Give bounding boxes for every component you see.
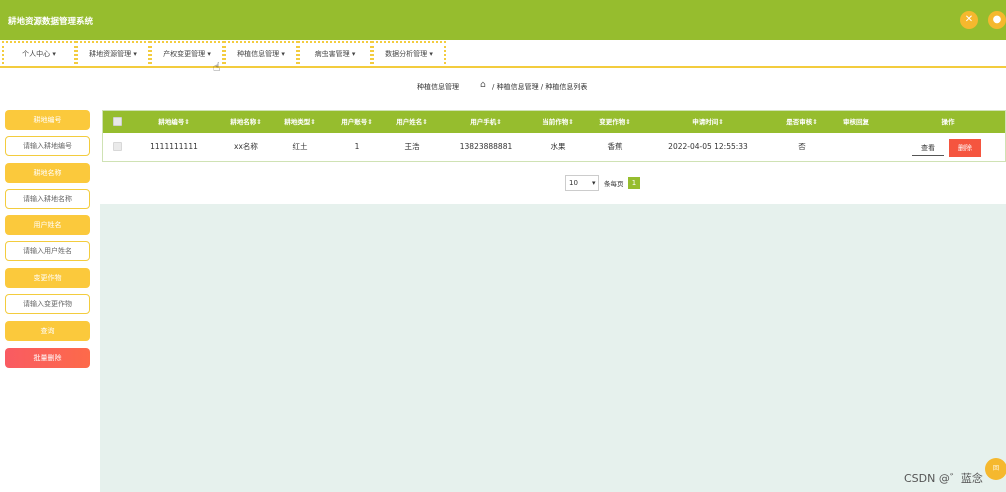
cell-user-name: 王浩 [404,142,420,151]
nav-item-data-analysis[interactable]: 数据分析管理 ▾ [372,41,446,68]
cell-current-crop: 水果 [550,142,566,151]
cell-field-number: 1111111111 [150,142,198,151]
field-number-input[interactable]: 请输入耕地编号 [5,136,90,156]
table-header: 耕地编号⇕ 耕地名称⇕ 耕地类型⇕ 用户账号⇕ 用户姓名⇕ 用户手机⇕ 当前作物… [103,111,1005,133]
nav-item-pest-management[interactable]: 病虫害管理 ▾ [298,41,372,68]
cell-user-phone: 13823888881 [459,142,513,151]
planting-info-table: 耕地编号⇕ 耕地名称⇕ 耕地类型⇕ 用户账号⇕ 用户姓名⇕ 用户手机⇕ 当前作物… [102,110,1006,162]
batch-delete-button[interactable]: 批量删除 [5,348,90,368]
col-header-review-reply: 审核回复 [843,118,869,126]
col-header-current-crop[interactable]: 当前作物⇕ [529,111,587,133]
field-name-input[interactable]: 请输入耕地名称 [5,189,90,209]
col-header-field-number[interactable]: 耕地编号⇕ [145,111,203,133]
content-background [100,204,1006,492]
col-header-changed-crop[interactable]: 变更作物⇕ [586,111,644,133]
col-header-user-account[interactable]: 用户账号⇕ [328,111,386,133]
col-header-is-reviewed[interactable]: 是否审核⇕ [773,111,831,133]
cell-changed-crop: 香蕉 [607,142,623,151]
table-row: 1111111111 xx名称 红土 1 王浩 13823888881 水果 香… [103,133,1005,161]
floating-back-button[interactable]: 回 [985,458,1006,480]
breadcrumb-title: 种植信息管理 [417,83,459,91]
select-all-checkbox[interactable] [113,117,122,126]
label-field-name: 耕地名称 [5,163,90,183]
cell-is-reviewed: 否 [798,142,806,151]
breadcrumb: 种植信息管理 ⌂ / 种植信息管理 / 种植信息列表 [0,70,1006,104]
col-header-apply-time[interactable]: 申请时间⇕ [653,111,763,133]
col-header-field-name[interactable]: 耕地名称⇕ [217,111,275,133]
home-icon[interactable]: ⌂ [480,80,486,90]
cell-field-type: 红土 [292,142,308,151]
breadcrumb-path: / 种植信息管理 / 种植信息列表 [492,83,588,91]
page-number-current[interactable]: 1 [628,177,640,189]
nav-item-personal-center[interactable]: 个人中心 ▾ [2,41,76,68]
col-header-actions: 操作 [941,118,955,126]
per-page-label: 条每页 [604,180,624,188]
label-user-name: 用户姓名 [5,215,90,235]
label-changed-crop: 变更作物 [5,268,90,288]
user-name-input[interactable]: 请输入用户姓名 [5,241,90,261]
app-title: 耕地资源数据管理系统 [8,17,94,27]
close-icon[interactable]: ✕ [960,11,978,29]
col-header-user-name[interactable]: 用户姓名⇕ [383,111,441,133]
col-header-field-type[interactable]: 耕地类型⇕ [271,111,329,133]
query-button[interactable]: 查询 [5,321,90,341]
cell-field-name: xx名称 [234,142,258,151]
watermark: CSDN @゛蓝念 [904,472,983,485]
view-button[interactable]: 查看 [912,140,944,156]
page-size-select[interactable]: 10 ▾ [565,175,599,191]
user-icon[interactable]: ● [988,11,1006,29]
row-checkbox[interactable] [113,142,122,151]
nav-item-planting-info[interactable]: 种植信息管理 ▾ [224,41,298,68]
page-size-value: 10 [569,179,578,187]
cell-user-account: 1 [354,142,360,151]
label-field-number: 耕地编号 [5,110,90,130]
chevron-down-icon: ▾ [592,179,596,187]
delete-button[interactable]: 删除 [949,139,981,157]
nav-item-land-resources[interactable]: 耕地资源管理 ▾ [76,41,150,68]
main-nav: 个人中心 ▾ 耕地资源管理 ▾ 产权变更管理 ▾ 种植信息管理 ▾ 病虫害管理 … [0,40,1006,68]
col-header-user-phone[interactable]: 用户手机⇕ [446,111,526,133]
cell-apply-time: 2022-04-05 12:55:33 [668,142,748,151]
top-bar: 耕地资源数据管理系统 ✕ ● [0,0,1006,40]
changed-crop-input[interactable]: 请输入变更作物 [5,294,90,314]
cell-review-reply [827,133,885,161]
